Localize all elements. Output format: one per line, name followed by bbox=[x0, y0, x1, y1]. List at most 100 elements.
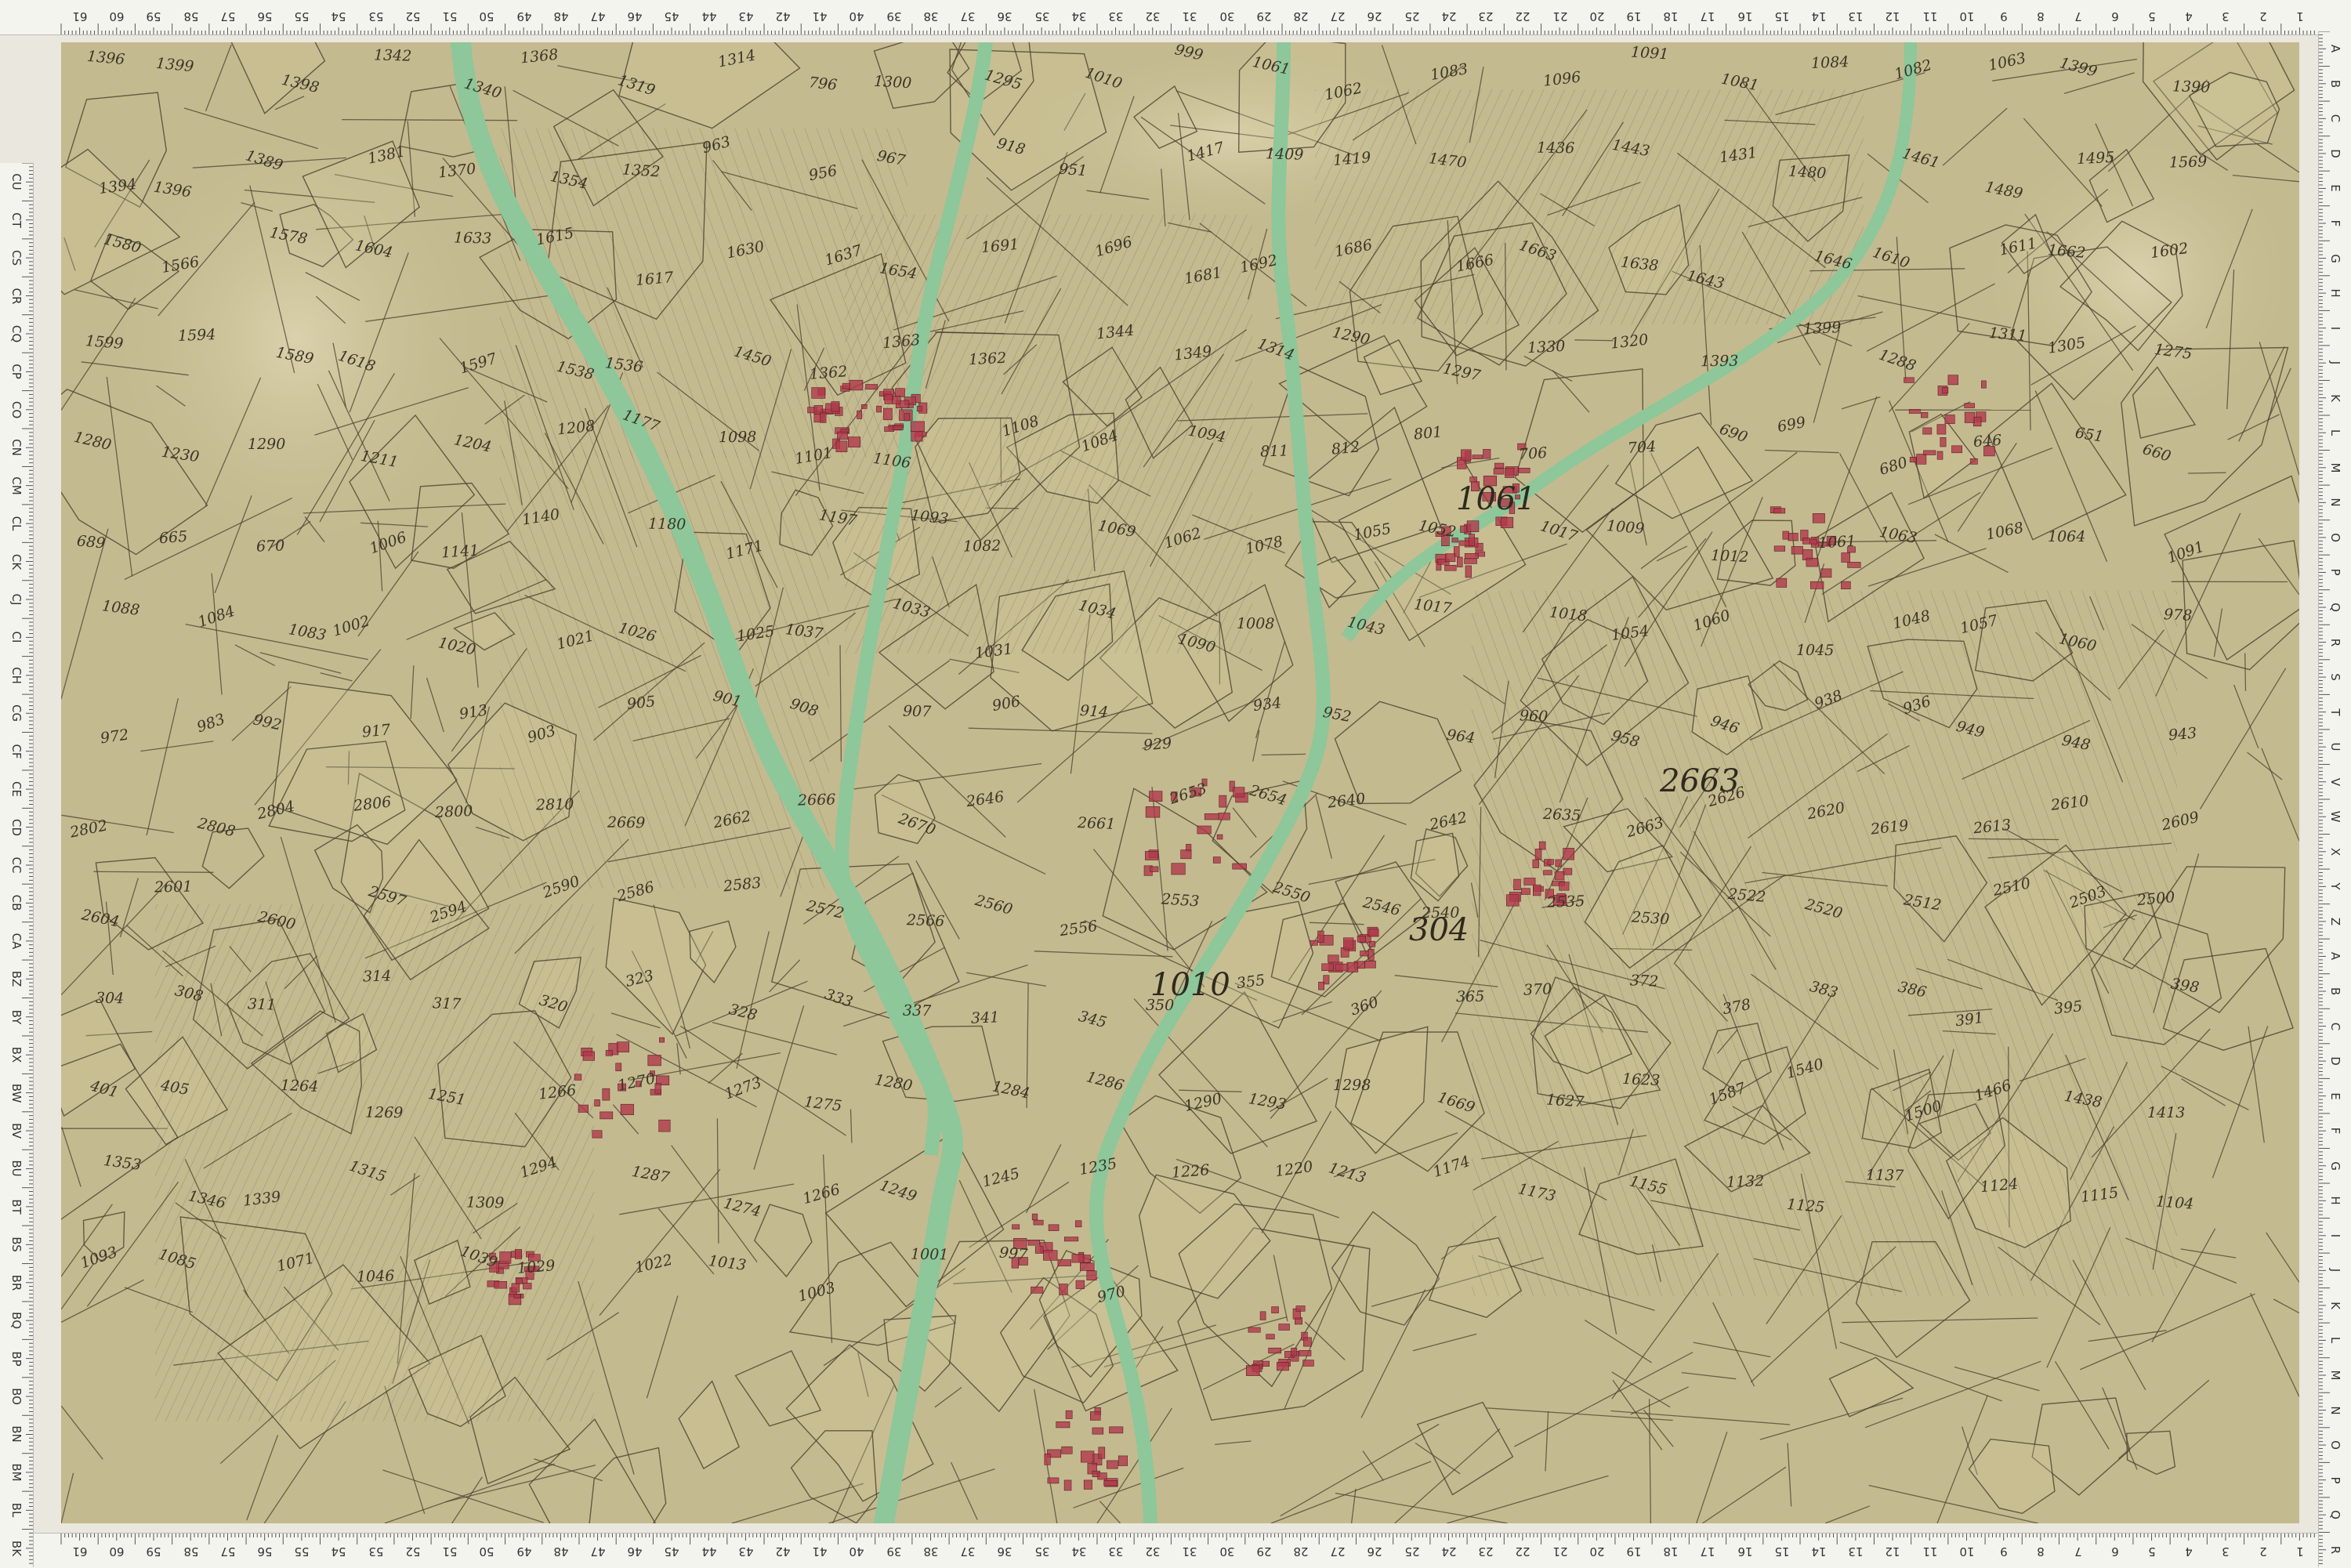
ruler-number: 14 bbox=[1803, 0, 1835, 33]
parcel-number: 1340 bbox=[462, 75, 504, 103]
parcel-number: 1037 bbox=[784, 621, 824, 643]
parcel-number: 952 bbox=[1321, 704, 1353, 726]
ruler-number: 28 bbox=[1285, 1535, 1317, 1568]
parcel-number: 1578 bbox=[268, 224, 309, 248]
parcel-number: 1627 bbox=[1545, 1091, 1585, 1110]
parcel-number: 2597 bbox=[367, 882, 408, 910]
ruler-number: 23 bbox=[1470, 1535, 1502, 1568]
parcel-number: 1235 bbox=[1078, 1155, 1118, 1179]
ruler-number: 7 bbox=[2063, 0, 2094, 33]
parcel-number: 1390 bbox=[2172, 78, 2211, 96]
parcel-number: 1171 bbox=[724, 537, 765, 563]
ruler-letter: D bbox=[2320, 1045, 2351, 1077]
parcel-number: 963 bbox=[701, 133, 733, 158]
ruler-number: 21 bbox=[1545, 1535, 1576, 1568]
parcel-number: 796 bbox=[808, 74, 838, 94]
parcel-number: 1393 bbox=[1701, 353, 1739, 371]
parcel-number: 1045 bbox=[1796, 642, 1834, 659]
ruler-number: 46 bbox=[619, 0, 650, 33]
ruler-number: 22 bbox=[1507, 0, 1538, 33]
parcel-number: 1349 bbox=[1173, 342, 1213, 364]
parcel-number: 1540 bbox=[1784, 1056, 1825, 1082]
parcel-number: 1104 bbox=[2155, 1193, 2194, 1212]
parcel-number: 1046 bbox=[357, 1267, 395, 1286]
parcel-number: 1063 bbox=[1987, 49, 2027, 74]
parcel-number: 1696 bbox=[1093, 234, 1135, 261]
ruler-number: 27 bbox=[1322, 1535, 1353, 1568]
parcel-number: 1245 bbox=[980, 1164, 1021, 1190]
ruler-number: 59 bbox=[138, 0, 169, 33]
ruler-number: 40 bbox=[841, 1535, 872, 1568]
ruler-left: CUCTCSCRCQCPCOCNCMCLCKCJCICHCGCFCECDCCCB… bbox=[0, 163, 34, 1567]
ruler-number: 37 bbox=[952, 0, 984, 33]
parcel-number: 1088 bbox=[101, 597, 141, 619]
parcel-number: 1083 bbox=[1429, 60, 1469, 84]
ruler-letter: BQ bbox=[1, 1304, 32, 1337]
parcel-number: 1208 bbox=[556, 417, 596, 438]
ruler-number: 30 bbox=[1212, 0, 1243, 33]
parcel-number: 2619 bbox=[1870, 817, 1909, 838]
parcel-number: 992 bbox=[252, 711, 283, 733]
parcel-number: 2663 bbox=[1625, 814, 1666, 842]
parcel-number: 1180 bbox=[648, 516, 686, 534]
parcel-number: 2804 bbox=[255, 798, 296, 823]
parcel-number: 2642 bbox=[1428, 809, 1469, 834]
parcel-number: 1297 bbox=[1441, 360, 1482, 384]
ruler-letter: H bbox=[2320, 277, 2351, 310]
parcel-number: 811 bbox=[1260, 442, 1289, 460]
parcel-number: 1061 bbox=[1817, 533, 1857, 552]
parcel-number: 2666 bbox=[798, 791, 836, 809]
ruler-number: 57 bbox=[212, 0, 244, 33]
ruler-number: 8 bbox=[2025, 0, 2056, 33]
parcel-number: 1686 bbox=[1333, 236, 1374, 260]
ruler-letter: M bbox=[2320, 451, 2351, 484]
parcel-number: 1055 bbox=[1352, 520, 1393, 545]
ruler-letter: CS bbox=[1, 241, 32, 274]
ruler-number: 13 bbox=[1840, 0, 1871, 33]
parcel-number: 1362 bbox=[809, 363, 848, 383]
ruler-number: 38 bbox=[915, 1535, 947, 1568]
parcel-number: 1033 bbox=[891, 595, 932, 621]
parcel-number: 1362 bbox=[968, 349, 1006, 368]
parcel-number: 1602 bbox=[2150, 240, 2190, 262]
parcel-number: 341 bbox=[971, 1009, 1000, 1027]
ruler-number: 61 bbox=[64, 1535, 96, 1568]
ruler-number: 11 bbox=[1914, 1535, 1946, 1568]
parcel-number: 2590 bbox=[541, 872, 582, 901]
parcel-number: 704 bbox=[1627, 438, 1657, 457]
ruler-number: 49 bbox=[509, 0, 540, 33]
ruler-number: 16 bbox=[1730, 0, 1761, 33]
parcel-number: 1017 bbox=[1413, 596, 1453, 617]
parcel-number: 970 bbox=[1096, 1283, 1128, 1306]
parcel-number: 1566 bbox=[160, 253, 200, 277]
parcel-number: 1141 bbox=[440, 541, 480, 561]
ruler-number: 60 bbox=[101, 0, 132, 33]
ruler-letter: BK bbox=[1, 1532, 32, 1565]
parcel-number: 1305 bbox=[2047, 334, 2087, 357]
parcel-number: 320 bbox=[538, 991, 570, 1016]
parcel-number: 1043 bbox=[1346, 614, 1386, 639]
ruler-number: 3 bbox=[2210, 1535, 2241, 1568]
ruler-number: 7 bbox=[2063, 1535, 2094, 1568]
ruler-letter: BL bbox=[1, 1494, 32, 1526]
ruler-number: 6 bbox=[2099, 0, 2131, 33]
parcel-number: 1108 bbox=[1000, 412, 1041, 440]
parcel-number: 972 bbox=[100, 726, 130, 748]
parcel-number: 1293 bbox=[1248, 1090, 1288, 1114]
ruler-number: 37 bbox=[952, 1535, 984, 1568]
ruler-letter: N bbox=[2320, 486, 2351, 519]
parcel-number: 1137 bbox=[1866, 1167, 1904, 1185]
cadastral-map[interactable]: 1061266310103041396139913981342134013681… bbox=[61, 42, 2299, 1523]
parcel-number: 651 bbox=[2074, 424, 2105, 445]
ruler-number: 29 bbox=[1248, 1535, 1280, 1568]
parcel-number: 1006 bbox=[368, 529, 409, 558]
parcel-number: 1124 bbox=[1980, 1175, 2019, 1196]
parcel-number: 304 bbox=[96, 990, 125, 1008]
ruler-number: 30 bbox=[1212, 1535, 1243, 1568]
parcel-number: 1054 bbox=[1610, 622, 1650, 644]
ruler-number: 9 bbox=[1988, 1535, 2020, 1568]
ruler-number: 35 bbox=[1027, 1535, 1058, 1568]
parcel-number: 1273 bbox=[723, 1074, 764, 1103]
parcel-number: 1623 bbox=[1622, 1070, 1661, 1089]
parcel-number: 1413 bbox=[2147, 1104, 2185, 1121]
